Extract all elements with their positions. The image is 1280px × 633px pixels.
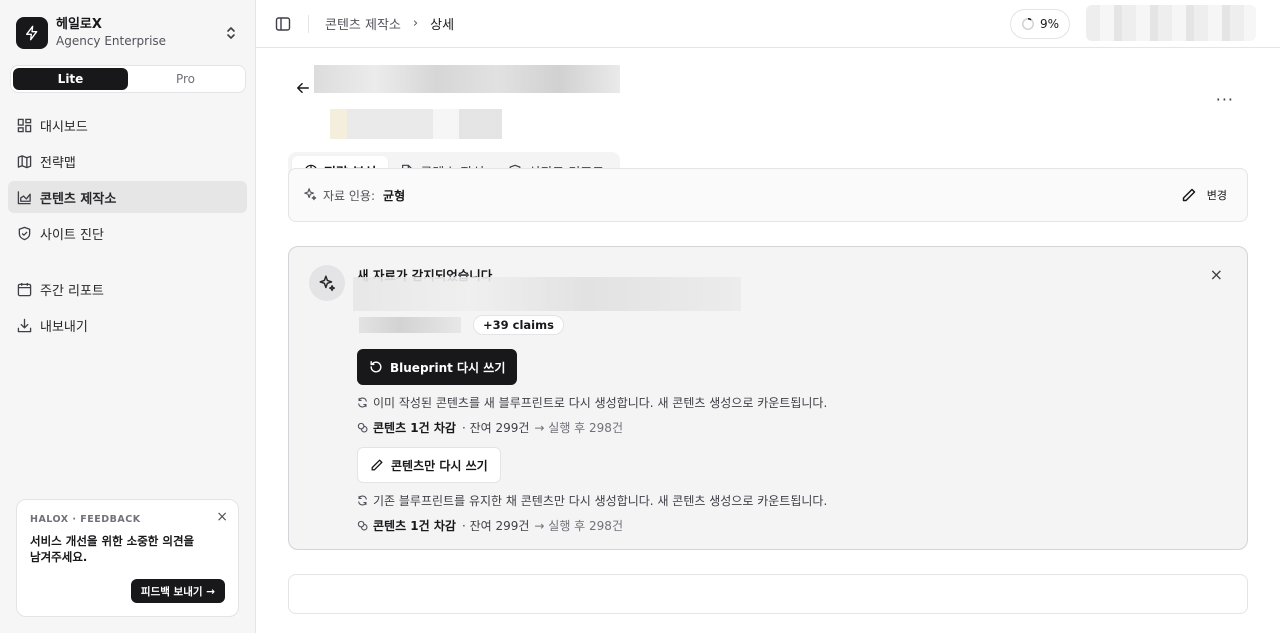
sidebar-item-label: 대시보드 [40, 119, 88, 135]
sidebar-item-label: 주간 리포트 [40, 283, 104, 299]
source-chip-redacted [359, 317, 461, 333]
breadcrumb-content-studio[interactable]: 콘텐츠 제작소 [325, 14, 401, 33]
coins-icon [357, 422, 368, 433]
content-cost-info: 콘텐츠 1건 차감 · 잔여 299건 → 실행 후 298건 [357, 517, 623, 534]
send-feedback-button[interactable]: 피드백 보내기 → [130, 579, 225, 603]
plan-pro-button[interactable]: Pro [128, 68, 243, 90]
sidebar-item-weekly-report[interactable]: 주간 리포트 [8, 273, 247, 305]
change-citation-button[interactable]: 변경 [1181, 187, 1227, 203]
sidebar-item-export[interactable]: 내보내기 [8, 309, 247, 341]
feedback-card: HALOX · FEEDBACK × 서비스 개선을 위한 소중한 의견을 남겨… [16, 499, 239, 617]
bolt-icon [16, 16, 48, 49]
plan-toggle: Lite Pro [10, 65, 246, 93]
pencil-icon [371, 459, 383, 471]
sparkles-icon [309, 265, 345, 301]
shield-check-icon [16, 225, 32, 241]
workspace-switcher[interactable]: 헤일로X Agency Enterprise [0, 0, 255, 50]
citation-setting-bar: 자료 인용: 균형 변경 [288, 168, 1248, 222]
button-label: 콘텐츠만 다시 쓰기 [391, 458, 488, 473]
new-source-alert: 새 자료가 감지되었습니다 × +39 claims Blueprint 다시 … [288, 246, 1248, 550]
chevrons-up-down-icon [223, 25, 239, 41]
feedback-title: HALOX · FEEDBACK [30, 514, 141, 525]
alert-detail-redacted [353, 277, 741, 311]
download-icon [16, 317, 32, 333]
sidebar-item-dashboard[interactable]: 대시보드 [8, 109, 247, 141]
content-description: 기존 블루프린트를 유지한 채 콘텐츠만 다시 생성합니다. 새 콘텐츠 생성으… [357, 492, 827, 509]
refresh-icon [358, 397, 367, 408]
main-panel: 콘텐츠 제작소 › 상세 9% ··· 전략 분석 [256, 0, 1280, 633]
progress-indicator[interactable]: 9% [1010, 9, 1070, 39]
plan-lite-button[interactable]: Lite [13, 68, 128, 90]
page-header: ··· [256, 48, 1280, 152]
feedback-text: 서비스 개선을 위한 소중한 의견을 남겨주세요. [30, 534, 195, 564]
rotate-icon [370, 361, 382, 373]
progress-value: 9% [1039, 17, 1060, 31]
rewrite-blueprint-button[interactable]: Blueprint 다시 쓰기 [357, 349, 518, 385]
blueprint-cost-info: 콘텐츠 1건 차감 · 잔여 299건 → 실행 후 298건 [357, 419, 623, 436]
workspace-plan: Agency Enterprise [56, 33, 167, 48]
button-label: Blueprint 다시 쓰기 [390, 360, 506, 375]
sparkles-icon [303, 186, 317, 205]
close-icon[interactable]: × [216, 509, 228, 525]
change-label: 변경 [1206, 189, 1227, 202]
sidebar-item-label: 사이트 진단 [40, 227, 104, 243]
refresh-icon [358, 495, 367, 506]
divider [308, 14, 309, 33]
next-section-card [288, 574, 1248, 614]
coins-icon [357, 520, 368, 531]
more-options-icon[interactable]: ··· [1216, 90, 1234, 109]
topbar: 콘텐츠 제작소 › 상세 9% [256, 0, 1280, 48]
breadcrumb-current: 상세 [430, 18, 455, 33]
chevron-right-icon: › [412, 16, 419, 31]
user-menu-redacted[interactable] [1086, 5, 1256, 41]
citation-label: 자료 인용: [323, 188, 376, 203]
sidebar-item-label: 내보내기 [40, 319, 88, 335]
pencil-icon [1182, 188, 1195, 202]
sidebar-toggle-icon[interactable] [274, 15, 292, 33]
close-icon[interactable]: × [1210, 265, 1223, 284]
sidebar-nav: 대시보드 전략맵 콘텐츠 제작소 사이트 진단 주간 리포트 내보내기 [0, 109, 255, 341]
sidebar-item-label: 전략맵 [40, 155, 76, 171]
rewrite-content-button[interactable]: 콘텐츠만 다시 쓰기 [357, 447, 501, 483]
spinner-icon [1021, 17, 1035, 31]
sidebar-item-strategy-map[interactable]: 전략맵 [8, 145, 247, 177]
grid-icon [16, 117, 32, 133]
claims-badge: +39 claims [473, 315, 564, 335]
sidebar-item-site-audit[interactable]: 사이트 진단 [8, 217, 247, 249]
chart-icon [16, 189, 32, 205]
back-arrow-icon[interactable] [296, 80, 314, 98]
map-icon [16, 153, 32, 169]
blueprint-description: 이미 작성된 콘텐츠를 새 블루프린트로 다시 생성합니다. 새 콘텐츠 생성으… [357, 394, 827, 411]
workspace-name: 헤일로X [56, 16, 102, 32]
page-subtitle-redacted [330, 109, 502, 139]
sidebar-item-content-studio[interactable]: 콘텐츠 제작소 [8, 181, 247, 213]
calendar-icon [16, 281, 32, 297]
sidebar: 헤일로X Agency Enterprise Lite Pro 대시보드 전략맵… [0, 0, 256, 633]
page-title-redacted [314, 65, 620, 93]
sidebar-item-label: 콘텐츠 제작소 [40, 191, 117, 207]
citation-value: 균형 [383, 188, 406, 203]
